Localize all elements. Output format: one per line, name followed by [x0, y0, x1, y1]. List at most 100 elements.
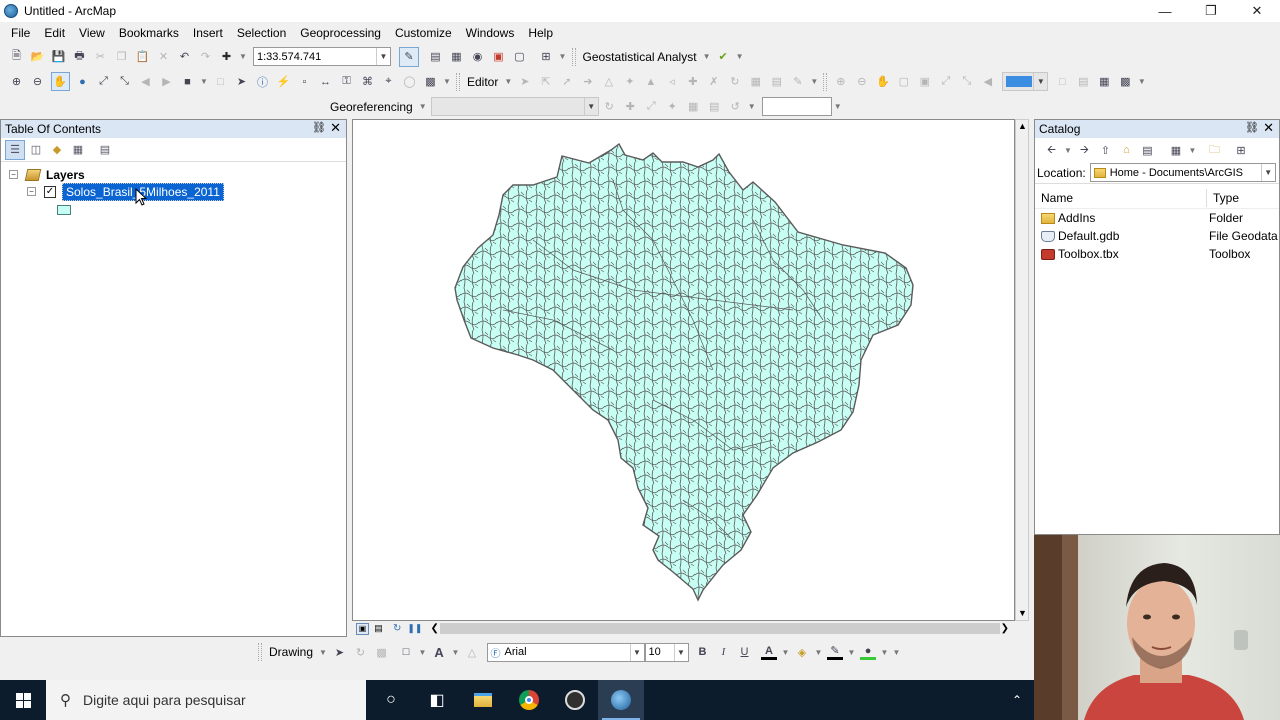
save-icon[interactable]: 💾	[51, 49, 67, 65]
list-by-source-icon[interactable]: ◫	[26, 140, 46, 160]
font-family-combo[interactable]: Ⓕ Arial ▼	[486, 642, 645, 662]
clear-selection-icon[interactable]: □	[213, 74, 229, 90]
layer-legend-row[interactable]	[57, 201, 71, 218]
rotate-dropdown-icon[interactable]: ▼	[748, 102, 756, 111]
sketch-properties-icon[interactable]: ▤	[769, 74, 785, 90]
scroll-left-icon[interactable]: ❮	[430, 623, 438, 634]
toolbar-grip[interactable]	[258, 643, 262, 661]
underline-icon[interactable]: U	[737, 644, 753, 660]
menu-file[interactable]: File	[4, 22, 37, 44]
search-window-icon[interactable]: ◉	[470, 49, 486, 65]
select-dropdown-icon[interactable]: ▼	[200, 77, 208, 86]
rotate-icon[interactable]: ↻	[727, 74, 743, 90]
hyperlink-icon[interactable]: ⚡	[276, 74, 292, 90]
forward-arrow-icon[interactable]: 🡪	[1077, 142, 1093, 158]
geostat-wizard-icon[interactable]: ✔	[715, 49, 731, 65]
pan-icon[interactable]: ✋	[50, 72, 70, 91]
edit-tool-icon[interactable]: ➤	[517, 74, 533, 90]
close-icon[interactable]: ✕	[1263, 120, 1274, 136]
font-size-combo[interactable]: 10 ▼	[644, 642, 689, 662]
delete-icon[interactable]: ✕	[156, 49, 172, 65]
georeferencing-dropdown-icon[interactable]: ▼	[419, 102, 427, 111]
forward-extent-icon[interactable]: ▶	[159, 74, 175, 90]
rectangle-icon[interactable]: □	[398, 644, 414, 660]
catalog-item[interactable]: AddIns Folder	[1035, 209, 1279, 227]
chevron-down-icon[interactable]: ▼	[376, 48, 390, 65]
geostatistical-analyst-menu[interactable]: Geostatistical Analyst	[579, 50, 701, 64]
up-one-level-icon[interactable]: ⇧	[1098, 142, 1114, 158]
select-elements-icon[interactable]: ➤	[234, 74, 250, 90]
marker-color-icon[interactable]: ●	[860, 644, 877, 660]
text-dropdown-icon[interactable]: ▼	[452, 648, 460, 657]
editor-dropdown-icon[interactable]: ▼	[504, 77, 512, 86]
bold-icon[interactable]: B	[695, 644, 711, 660]
close-button[interactable]: ✕	[1234, 0, 1280, 22]
zoom-in-icon[interactable]: ⊕	[9, 74, 25, 90]
scrollbar-thumb[interactable]	[440, 623, 1000, 634]
toggle-draft-mode-icon[interactable]: □	[1054, 74, 1070, 90]
location-combo[interactable]: Home - Documents\ArcGIS ▼	[1089, 163, 1276, 182]
drawing-menu[interactable]: Drawing	[265, 645, 317, 659]
data-view-icon[interactable]: ▣	[356, 622, 369, 635]
edit-vertices-icon[interactable]: △	[464, 644, 480, 660]
endpoint-arc-icon[interactable]: ➔	[580, 74, 596, 90]
catalog-window-icon[interactable]: ▦	[449, 49, 465, 65]
arctoolbox-icon[interactable]: ▣	[491, 49, 507, 65]
fixed-zoom-out-icon[interactable]: ⤡	[117, 74, 133, 90]
zoom-whole-page-icon[interactable]: ▢	[896, 74, 912, 90]
go-to-xy-icon[interactable]: ⌖	[381, 74, 397, 90]
view-link-table-icon[interactable]: ▦	[685, 99, 701, 115]
file-explorer-icon[interactable]	[460, 680, 506, 720]
map-display[interactable]	[352, 119, 1015, 621]
arcmap-taskbar-icon[interactable]	[598, 680, 644, 720]
toggle-contents-icon[interactable]: ▤	[1140, 142, 1156, 158]
trace-icon[interactable]: △	[601, 74, 617, 90]
chrome-icon[interactable]	[506, 680, 552, 720]
fixed-zoom-in-layout-icon[interactable]: ⤢	[938, 74, 954, 90]
viewer-icon[interactable]: ▤	[706, 99, 722, 115]
obs-studio-icon[interactable]	[552, 680, 598, 720]
overflow-chevron-icon[interactable]: ▼	[443, 77, 451, 86]
overflow-chevron-icon[interactable]: ▼	[893, 648, 901, 657]
reshape-icon[interactable]: ◃	[664, 74, 680, 90]
fill-color-icon[interactable]: ◈	[794, 644, 810, 660]
split-icon[interactable]: ✗	[706, 74, 722, 90]
open-folder-icon[interactable]: 📂	[30, 49, 46, 65]
marker-color-dropdown-icon[interactable]: ▼	[881, 648, 889, 657]
zoom-100-icon[interactable]: ▣	[917, 74, 933, 90]
overflow-chevron-icon[interactable]: ▼	[559, 52, 567, 61]
rotate-element-icon[interactable]: ↻	[353, 644, 369, 660]
rotation-angle-input[interactable]	[761, 97, 832, 116]
change-layout-icon[interactable]: ▦	[1096, 74, 1112, 90]
rotate-georef-icon[interactable]: ↻	[601, 99, 617, 115]
add-control-points-icon[interactable]: ✦	[664, 99, 680, 115]
new-document-icon[interactable]: 🗎	[9, 49, 25, 65]
identify-icon[interactable]: ⓘ	[255, 74, 271, 90]
layer-row[interactable]: − ✓ Solos_Brasil_5Milhoes_2011	[27, 182, 224, 201]
overflow-chevron-icon[interactable]: ▼	[1138, 77, 1146, 86]
fixed-zoom-out-layout-icon[interactable]: ⤡	[959, 74, 975, 90]
go-back-layout-icon[interactable]: ◀	[980, 74, 996, 90]
zoom-to-elements-icon[interactable]: ▩	[374, 644, 390, 660]
layout-pan-icon[interactable]: ✋	[875, 74, 891, 90]
list-by-drawing-order-icon[interactable]: ☰	[5, 139, 25, 160]
refresh-icon[interactable]: ↻	[393, 623, 401, 634]
scroll-right-icon[interactable]: ❯	[1001, 623, 1009, 634]
edit-vertices-icon[interactable]: ▲	[643, 74, 659, 90]
brazil-soils-map[interactable]	[353, 120, 1016, 622]
menu-geoprocessing[interactable]: Geoprocessing	[293, 22, 388, 44]
measure-icon[interactable]: ↔	[318, 74, 334, 90]
toolbar-grip[interactable]	[571, 47, 576, 66]
overflow-chevron-icon[interactable]: ▼	[810, 77, 818, 86]
menu-selection[interactable]: Selection	[230, 22, 293, 44]
views-icon[interactable]: ▦	[1168, 142, 1184, 158]
layer-visibility-checkbox[interactable]: ✓	[44, 185, 56, 198]
create-viewer-icon[interactable]: ▩	[423, 74, 439, 90]
scroll-down-icon[interactable]: ▼	[1018, 608, 1027, 618]
pin-icon[interactable]: ⛓	[312, 121, 326, 134]
geostat-dropdown-icon[interactable]: ▼	[703, 52, 711, 61]
pause-drawing-icon[interactable]: ❚❚	[407, 623, 422, 634]
select-features-icon[interactable]: ■	[180, 74, 196, 90]
focus-data-frame-icon[interactable]: ▤	[1075, 74, 1091, 90]
editor-menu[interactable]: Editor	[463, 75, 502, 89]
